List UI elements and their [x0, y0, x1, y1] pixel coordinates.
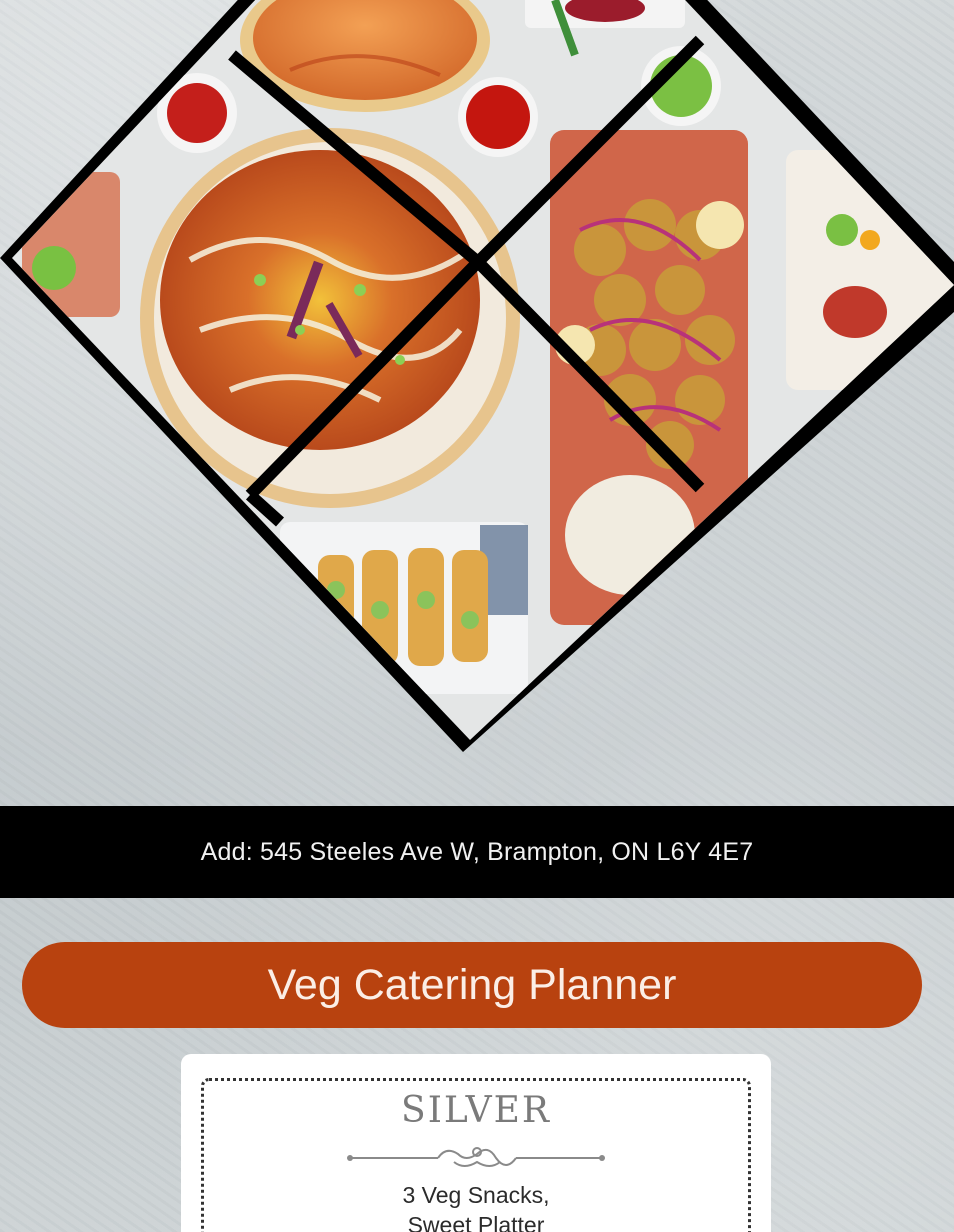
flourish-divider-icon [347, 1147, 605, 1167]
address-bar: Add: 545 Steeles Ave W, Brampton, ON L6Y… [0, 806, 954, 898]
package-line-2: Sweet Platter [407, 1212, 545, 1232]
package-line-1: 3 Veg Snacks, [402, 1182, 550, 1208]
planner-title-banner: Veg Catering Planner [22, 942, 922, 1028]
package-name: SILVER [401, 1090, 551, 1131]
address-text: Add: 545 Steeles Ave W, Brampton, ON L6Y… [200, 837, 754, 866]
food-collage [0, 0, 954, 752]
catering-flyer: Add: 545 Steeles Ave W, Brampton, ON L6Y… [0, 0, 954, 1232]
planner-title: Veg Catering Planner [267, 960, 677, 1009]
package-description: 3 Veg Snacks, Sweet Platter [181, 1180, 771, 1232]
